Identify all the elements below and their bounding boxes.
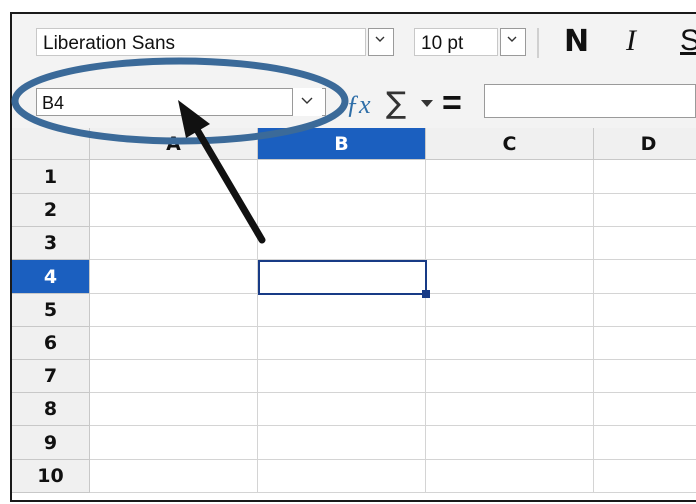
cell-b2[interactable] bbox=[258, 194, 426, 227]
formatting-toolbar: Liberation Sans 10 pt N I S bbox=[12, 14, 696, 72]
row-header-2[interactable]: 2 bbox=[12, 194, 90, 227]
cell-a1[interactable] bbox=[90, 160, 258, 194]
cell-c6[interactable] bbox=[426, 327, 594, 360]
sigma-icon[interactable]: ∑ bbox=[386, 86, 406, 121]
row-header-4[interactable]: 4 bbox=[12, 260, 90, 294]
row-header-7[interactable]: 7 bbox=[12, 360, 90, 393]
font-name-value: Liberation Sans bbox=[43, 33, 176, 54]
cell-d8[interactable] bbox=[594, 393, 696, 426]
cell-d6[interactable] bbox=[594, 327, 696, 360]
chevron-down-icon bbox=[375, 36, 385, 42]
spreadsheet-window: Liberation Sans 10 pt N I S B4 ƒx bbox=[10, 12, 696, 502]
cell-a2[interactable] bbox=[90, 194, 258, 227]
cell-d3[interactable] bbox=[594, 227, 696, 260]
toolbar-divider bbox=[537, 28, 539, 58]
formula-input[interactable] bbox=[484, 84, 696, 118]
bold-button[interactable]: N bbox=[564, 24, 589, 59]
cell-d10[interactable] bbox=[594, 460, 696, 493]
cell-c4[interactable] bbox=[426, 260, 594, 294]
column-header-c[interactable]: C bbox=[426, 128, 594, 160]
cell-a6[interactable] bbox=[90, 327, 258, 360]
cell-c2[interactable] bbox=[426, 194, 594, 227]
cell-c10[interactable] bbox=[426, 460, 594, 493]
cell-c9[interactable] bbox=[426, 426, 594, 460]
cell-d4[interactable] bbox=[594, 260, 696, 294]
font-name-dropdown[interactable] bbox=[368, 28, 394, 56]
font-size-dropdown[interactable] bbox=[500, 28, 526, 56]
chevron-down-icon bbox=[301, 97, 313, 104]
cell-c1[interactable] bbox=[426, 160, 594, 194]
column-header-b[interactable]: B bbox=[258, 128, 426, 160]
row-header-1[interactable]: 1 bbox=[12, 160, 90, 194]
cell-d5[interactable] bbox=[594, 294, 696, 327]
cell-d2[interactable] bbox=[594, 194, 696, 227]
cell-c7[interactable] bbox=[426, 360, 594, 393]
font-name-box[interactable]: Liberation Sans bbox=[36, 28, 366, 56]
row-header-10[interactable]: 10 bbox=[12, 460, 90, 493]
cell-a7[interactable] bbox=[90, 360, 258, 393]
row-header-9[interactable]: 9 bbox=[12, 426, 90, 460]
cell-b10[interactable] bbox=[258, 460, 426, 493]
name-box-dropdown[interactable] bbox=[292, 88, 322, 116]
chevron-down-icon bbox=[507, 36, 517, 42]
cell-d1[interactable] bbox=[594, 160, 696, 194]
name-box[interactable]: B4 bbox=[36, 88, 326, 116]
row-header-8[interactable]: 8 bbox=[12, 393, 90, 426]
fill-handle[interactable] bbox=[422, 290, 430, 298]
active-cell-b4[interactable] bbox=[258, 260, 427, 295]
cell-d7[interactable] bbox=[594, 360, 696, 393]
row-header-5[interactable]: 5 bbox=[12, 294, 90, 327]
cell-b3[interactable] bbox=[258, 227, 426, 260]
cell-a10[interactable] bbox=[90, 460, 258, 493]
cell-a4[interactable] bbox=[90, 260, 258, 294]
cell-b8[interactable] bbox=[258, 393, 426, 426]
name-box-value: B4 bbox=[42, 93, 65, 113]
cell-b5[interactable] bbox=[258, 294, 426, 327]
equals-icon[interactable]: = bbox=[442, 84, 462, 123]
cell-b6[interactable] bbox=[258, 327, 426, 360]
formula-bar: B4 ƒx ∑ = bbox=[12, 72, 696, 128]
underline-button[interactable]: S bbox=[680, 24, 696, 58]
cell-a5[interactable] bbox=[90, 294, 258, 327]
cell-b1[interactable] bbox=[258, 160, 426, 194]
column-header-d[interactable]: D bbox=[594, 128, 696, 160]
row-header-3[interactable]: 3 bbox=[12, 227, 90, 260]
function-wizard-icon[interactable]: ƒx bbox=[346, 90, 371, 120]
font-size-value: 10 pt bbox=[421, 33, 464, 54]
cell-a9[interactable] bbox=[90, 426, 258, 460]
cell-d9[interactable] bbox=[594, 426, 696, 460]
italic-button[interactable]: I bbox=[626, 24, 636, 58]
font-size-box[interactable]: 10 pt bbox=[414, 28, 498, 56]
column-header-a[interactable]: A bbox=[90, 128, 258, 160]
cell-c3[interactable] bbox=[426, 227, 594, 260]
cell-grid: A B C D 1 2 3 4 5 6 7 8 9 10 bbox=[12, 128, 696, 500]
cell-c8[interactable] bbox=[426, 393, 594, 426]
select-all-corner[interactable] bbox=[12, 128, 90, 160]
row-header-6[interactable]: 6 bbox=[12, 327, 90, 360]
cell-a8[interactable] bbox=[90, 393, 258, 426]
cell-b9[interactable] bbox=[258, 426, 426, 460]
cell-a3[interactable] bbox=[90, 227, 258, 260]
sum-dropdown-icon[interactable] bbox=[421, 100, 433, 107]
cell-b7[interactable] bbox=[258, 360, 426, 393]
cell-c5[interactable] bbox=[426, 294, 594, 327]
